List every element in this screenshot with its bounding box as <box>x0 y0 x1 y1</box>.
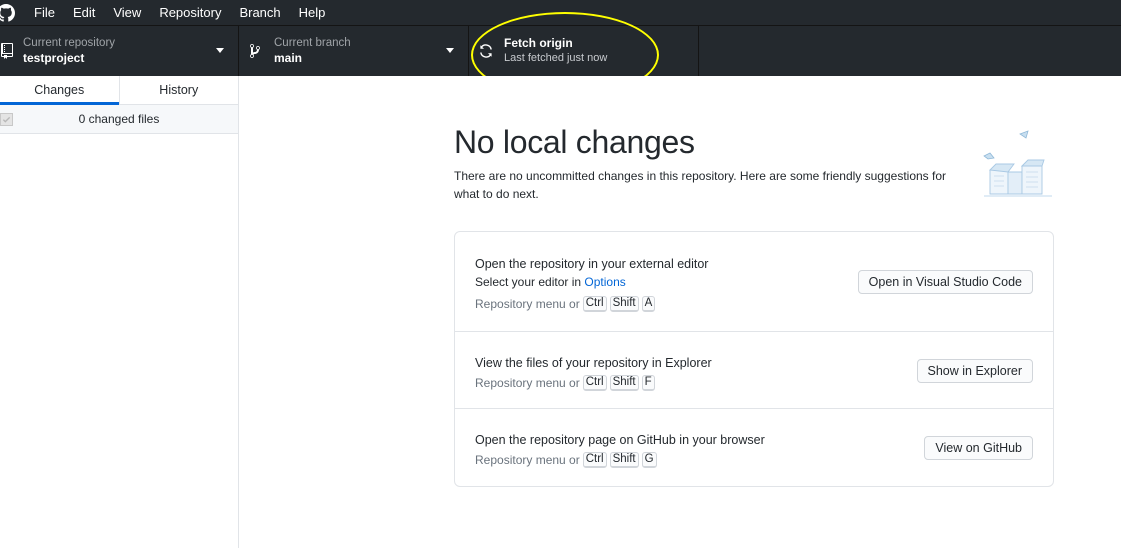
main-panel: No local changes There are no uncommitte… <box>240 76 1121 548</box>
shortcut-hint: Repository menu or Ctrl Shift A <box>475 295 708 313</box>
show-in-explorer-button[interactable]: Show in Explorer <box>916 359 1033 383</box>
toolbar: Current repository testproject Current b… <box>0 25 1121 76</box>
options-link[interactable]: Options <box>584 275 625 289</box>
tab-history[interactable]: History <box>120 76 239 104</box>
key-g: G <box>641 452 657 468</box>
menu-file[interactable]: File <box>25 0 64 25</box>
shortcut-prefix: Repository menu or <box>475 376 580 390</box>
menu-repository[interactable]: Repository <box>150 0 230 25</box>
fetch-origin-label: Fetch origin <box>504 36 573 50</box>
branch-icon <box>245 43 265 59</box>
key-ctrl: Ctrl <box>582 296 607 312</box>
menu-edit[interactable]: Edit <box>64 0 104 25</box>
tab-changes[interactable]: Changes <box>0 76 120 105</box>
current-repository-name: testproject <box>23 51 85 65</box>
key-ctrl: Ctrl <box>582 375 607 391</box>
suggestion-title: Open the repository page on GitHub in yo… <box>475 433 765 447</box>
suggestion-open-editor: Open the repository in your external edi… <box>455 232 1053 332</box>
last-fetched-status: Last fetched just now <box>504 52 608 64</box>
suggestion-subtitle: Select your editor in Options <box>475 273 708 291</box>
shortcut-prefix: Repository menu or <box>475 453 580 467</box>
repo-icon <box>0 43 16 59</box>
key-a: A <box>641 296 656 312</box>
sync-icon <box>475 43 497 59</box>
page-title: No local changes <box>454 124 695 160</box>
menu-help[interactable]: Help <box>290 0 335 25</box>
current-repository-label: Current repository <box>23 37 116 49</box>
repository-dropdown-caret-icon <box>216 48 224 53</box>
shortcut-hint: Repository menu or Ctrl Shift G <box>475 451 765 469</box>
shortcut-prefix: Repository menu or <box>475 297 580 311</box>
key-f: F <box>641 375 655 391</box>
current-repository-button[interactable]: Current repository testproject <box>0 26 239 76</box>
key-shift: Shift <box>609 296 639 312</box>
view-on-github-button[interactable]: View on GitHub <box>924 436 1033 460</box>
fetch-origin-button[interactable]: Fetch origin Last fetched just now <box>469 26 699 76</box>
key-ctrl: Ctrl <box>582 452 607 468</box>
changes-list-header: 0 changed files <box>0 105 238 134</box>
open-in-editor-button[interactable]: Open in Visual Studio Code <box>857 270 1033 294</box>
suggestions-panel: Open the repository in your external edi… <box>454 231 1054 487</box>
current-branch-name: main <box>274 51 303 65</box>
github-logo-icon <box>0 3 15 22</box>
suggestion-title: View the files of your repository in Exp… <box>475 356 712 370</box>
sidebar-tabs: Changes History <box>0 76 238 105</box>
menu-branch[interactable]: Branch <box>230 0 289 25</box>
menu-view[interactable]: View <box>104 0 150 25</box>
shortcut-hint: Repository menu or Ctrl Shift F <box>475 374 712 392</box>
suggestion-subtitle-prefix: Select your editor in <box>475 275 585 289</box>
empty-state-illustration <box>980 126 1058 204</box>
changed-files-count: 0 changed files <box>78 112 160 126</box>
sidebar: Changes History 0 changed files <box>0 76 239 548</box>
key-shift: Shift <box>609 452 639 468</box>
suggestion-show-explorer: View the files of your repository in Exp… <box>455 332 1053 409</box>
suggestion-view-github: Open the repository page on GitHub in yo… <box>455 409 1053 486</box>
branch-dropdown-caret-icon <box>446 48 454 53</box>
suggestion-title: Open the repository in your external edi… <box>475 257 709 271</box>
page-description: There are no uncommitted changes in this… <box>454 169 947 201</box>
current-branch-button[interactable]: Current branch main <box>239 26 469 76</box>
menu-bar: File Edit View Repository Branch Help <box>0 0 1121 25</box>
key-shift: Shift <box>609 375 639 391</box>
current-branch-label: Current branch <box>274 37 351 49</box>
